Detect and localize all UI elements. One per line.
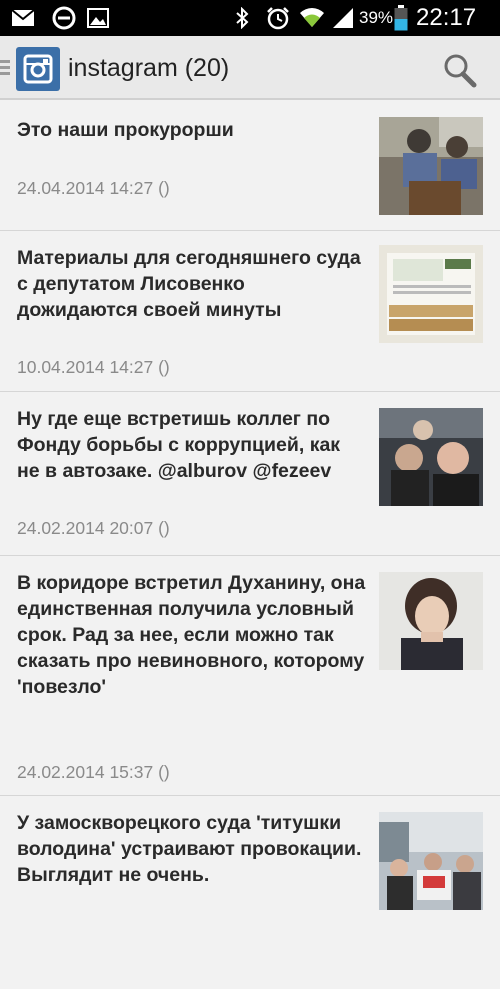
post-date: 24.02.2014 20:07 ()	[17, 518, 170, 538]
post-date: 24.02.2014 15:37 ()	[17, 762, 170, 782]
search-icon[interactable]	[440, 50, 480, 90]
action-bar: instagram (20)	[0, 36, 500, 100]
post-title: Ну где еще встретишь коллег по Фонду бор…	[17, 408, 341, 482]
signal-icon	[330, 0, 356, 36]
alarm-icon	[264, 0, 292, 36]
post-title: Это наши прокурорши	[17, 119, 234, 141]
mail-icon	[8, 0, 38, 36]
battery-icon	[393, 0, 409, 36]
page-title: instagram (20)	[68, 54, 230, 82]
battery-percent: 39%	[359, 8, 394, 27]
post-title: Материалы для сегодняшнего суда с депута…	[17, 247, 361, 321]
list-item[interactable]: У замоскворецкого суда 'титушки володина…	[0, 796, 500, 989]
post-date: 24.04.2014 14:27 ()	[17, 178, 170, 198]
post-thumbnail[interactable]	[379, 117, 483, 215]
post-title: В коридоре встретил Духанину, она единст…	[17, 572, 366, 698]
image-icon	[84, 0, 112, 36]
list-item[interactable]: В коридоре встретил Духанину, она единст…	[0, 556, 500, 796]
bluetooth-icon	[232, 0, 252, 36]
post-thumbnail[interactable]	[379, 408, 483, 506]
list-item[interactable]: Это наши прокурорши 24.04.2014 14:27 ()	[0, 100, 500, 231]
post-title: У замоскворецкого суда 'титушки володина…	[17, 812, 362, 886]
drawer-indicator-icon[interactable]	[0, 60, 10, 76]
list-item[interactable]: Ну где еще встретишь коллег по Фонду бор…	[0, 392, 500, 556]
post-thumbnail[interactable]	[379, 245, 483, 343]
post-thumbnail[interactable]	[379, 812, 483, 910]
wifi-icon	[298, 0, 326, 36]
instagram-icon[interactable]	[16, 47, 60, 91]
clock: 22:17	[416, 4, 477, 31]
list-item[interactable]: Материалы для сегодняшнего суда с депута…	[0, 231, 500, 392]
post-thumbnail[interactable]	[379, 572, 483, 670]
status-bar: 39% 22:17	[0, 0, 500, 36]
no-disturb-icon	[49, 0, 79, 36]
post-date: 10.04.2014 14:27 ()	[17, 357, 170, 377]
